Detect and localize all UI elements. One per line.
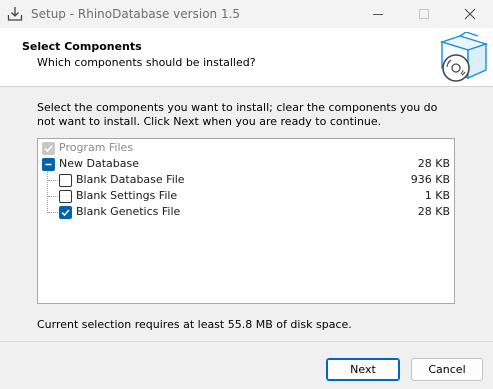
title-bar: Setup - RhinoDatabase version 1.5	[0, 0, 493, 28]
checkbox-blank-genetics-file[interactable]	[59, 206, 72, 219]
component-label: Blank Genetics File	[76, 205, 181, 218]
checkbox-program-files	[42, 142, 55, 155]
minimize-icon	[373, 14, 383, 15]
instructions-text: Select the components you want to instal…	[37, 101, 438, 128]
component-blank-genetics-file[interactable]: Blank Genetics File 28 KB	[38, 204, 454, 220]
component-label: Blank Settings File	[76, 189, 178, 202]
software-box-with-disc-icon	[436, 31, 490, 84]
window-title: Setup - RhinoDatabase version 1.5	[31, 7, 241, 21]
page-subtitle: Which components should be installed?	[37, 56, 256, 69]
component-label: New Database	[59, 157, 139, 170]
component-size: 936 KB	[410, 173, 450, 186]
disk-space-text: Current selection requires at least 55.8…	[37, 318, 352, 331]
cancel-button[interactable]: Cancel	[411, 358, 483, 381]
component-label: Program Files	[59, 141, 134, 154]
component-size: 28 KB	[417, 157, 450, 170]
component-program-files: Program Files	[38, 140, 454, 156]
component-size: 28 KB	[417, 205, 450, 218]
checkbox-new-database[interactable]	[42, 158, 55, 171]
maximize-icon	[419, 9, 429, 19]
component-new-database[interactable]: New Database 28 KB	[38, 156, 454, 172]
checkbox-blank-database-file[interactable]	[59, 174, 72, 187]
component-blank-settings-file[interactable]: Blank Settings File 1 KB	[38, 188, 454, 204]
checkbox-blank-settings-file[interactable]	[59, 190, 72, 203]
close-icon	[464, 8, 476, 20]
component-blank-database-file[interactable]: Blank Database File 936 KB	[38, 172, 454, 188]
component-size: 1 KB	[424, 189, 450, 202]
component-label: Blank Database File	[76, 173, 185, 186]
page-title: Select Components	[22, 40, 142, 53]
wizard-footer: Next Cancel	[0, 341, 493, 389]
download-tray-icon	[7, 6, 23, 22]
next-button[interactable]: Next	[326, 358, 400, 381]
maximize-button[interactable]	[401, 0, 447, 28]
components-list[interactable]: Program Files New Database 28 KB Blank D…	[37, 138, 455, 304]
wizard-header: Select Components Which components shoul…	[0, 28, 493, 87]
minimize-button[interactable]	[355, 0, 401, 28]
close-button[interactable]	[447, 0, 493, 28]
